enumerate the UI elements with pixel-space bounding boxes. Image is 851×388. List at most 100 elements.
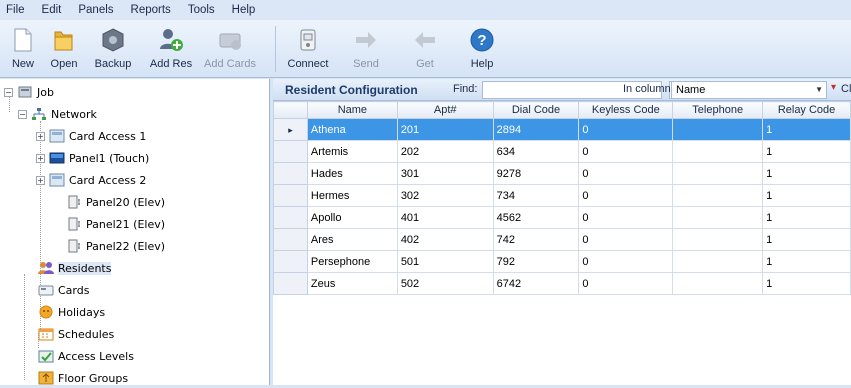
col-header-keyless-code[interactable]: Keyless Code	[578, 101, 674, 119]
tree-item-schedules[interactable]: Schedules	[38, 324, 114, 344]
clear-button[interactable]: Clear	[841, 83, 851, 95]
add-cards-button[interactable]: Add Cards	[200, 24, 260, 74]
row-header[interactable]	[273, 162, 308, 185]
backup-button[interactable]: Backup	[90, 24, 136, 74]
cell-apt[interactable]: 202	[396, 140, 494, 163]
tree-item-job[interactable]: − Job	[4, 82, 54, 102]
connect-button[interactable]: Connect	[283, 24, 333, 74]
cell-apt[interactable]: 501	[396, 250, 494, 273]
cell-apt[interactable]: 302	[396, 184, 494, 207]
cell-dial-code[interactable]: 792	[492, 250, 580, 273]
cell-keyless-code[interactable]: 0	[578, 272, 674, 295]
menu-reports[interactable]: Reports	[131, 4, 171, 16]
row-header[interactable]	[273, 228, 308, 251]
tree-item-cards[interactable]: Cards	[38, 280, 89, 300]
cell-keyless-code[interactable]: 0	[578, 228, 674, 251]
expand-toggle[interactable]: +	[36, 131, 45, 141]
column-dropdown[interactable]: Name ▼	[671, 81, 827, 99]
cell-keyless-code[interactable]: 0	[578, 250, 674, 273]
cell-relay-code[interactable]: 1	[762, 272, 851, 295]
row-header[interactable]	[273, 272, 308, 295]
collapse-toggle[interactable]: −	[18, 109, 27, 119]
menu-edit[interactable]: Edit	[42, 4, 62, 16]
tree-item-residents[interactable]: Residents	[38, 258, 112, 278]
cell-keyless-code[interactable]: 0	[578, 118, 674, 141]
collapse-toggle[interactable]: −	[4, 87, 13, 97]
table-row[interactable]: Hades 301 9278 0 1	[273, 162, 851, 185]
table-row[interactable]: Artemis 202 634 0 1	[273, 140, 851, 163]
cell-telephone[interactable]	[672, 206, 764, 229]
cell-relay-code[interactable]: 1	[762, 250, 851, 273]
cell-dial-code[interactable]: 734	[492, 184, 580, 207]
tree-item-card-access-2[interactable]: + Card Access 2	[36, 170, 146, 190]
cell-telephone[interactable]	[672, 162, 764, 185]
cell-keyless-code[interactable]: 0	[578, 184, 674, 207]
cell-telephone[interactable]	[672, 118, 764, 141]
tree-item-panel1-touch[interactable]: + Panel1 (Touch)	[36, 148, 149, 168]
cell-dial-code[interactable]: 4562	[492, 206, 580, 229]
cell-name[interactable]: Artemis	[306, 140, 398, 163]
cell-telephone[interactable]	[672, 140, 764, 163]
table-row[interactable]: Hermes 302 734 0 1	[273, 184, 851, 207]
new-button[interactable]: New	[6, 24, 40, 74]
cell-apt[interactable]: 401	[396, 206, 494, 229]
add-resident-button[interactable]: Add Res	[146, 24, 196, 74]
cell-name[interactable]: Persephone	[306, 250, 398, 273]
cell-apt[interactable]: 402	[396, 228, 494, 251]
cell-dial-code[interactable]: 742	[492, 228, 580, 251]
table-row[interactable]: Persephone 501 792 0 1	[273, 250, 851, 273]
row-header[interactable]	[273, 140, 308, 163]
help-button[interactable]: ? Help	[465, 24, 499, 74]
table-row[interactable]: ▸ Athena 201 2894 0 1	[273, 118, 851, 141]
cell-name[interactable]: Hades	[306, 162, 398, 185]
tree-item-card-access-1[interactable]: + Card Access 1	[36, 126, 146, 146]
tree-item-panel22[interactable]: Panel22 (Elev)	[66, 236, 165, 256]
tree-item-floor-groups[interactable]: Floor Groups	[38, 368, 128, 388]
cell-name[interactable]: Apollo	[306, 206, 398, 229]
cell-telephone[interactable]	[672, 184, 764, 207]
row-header[interactable]	[273, 184, 308, 207]
tree-item-holidays[interactable]: Holidays	[38, 302, 105, 322]
table-row[interactable]: Apollo 401 4562 0 1	[273, 206, 851, 229]
cell-relay-code[interactable]: 1	[762, 206, 851, 229]
expand-toggle[interactable]: +	[36, 175, 45, 185]
menu-panels[interactable]: Panels	[78, 4, 113, 16]
menu-file[interactable]: File	[6, 4, 25, 16]
row-header[interactable]	[273, 206, 308, 229]
cell-telephone[interactable]	[672, 228, 764, 251]
cell-keyless-code[interactable]: 0	[578, 162, 674, 185]
cell-apt[interactable]: 201	[396, 118, 494, 141]
col-header-apt[interactable]: Apt#	[396, 101, 494, 119]
get-button[interactable]: Get	[410, 24, 440, 74]
col-header-telephone[interactable]: Telephone	[672, 101, 764, 119]
cell-dial-code[interactable]: 6742	[492, 272, 580, 295]
tree-item-panel20[interactable]: Panel20 (Elev)	[66, 192, 165, 212]
cell-name[interactable]: Ares	[306, 228, 398, 251]
cell-relay-code[interactable]: 1	[762, 118, 851, 141]
cell-relay-code[interactable]: 1	[762, 184, 851, 207]
row-header[interactable]	[273, 250, 308, 273]
cell-name[interactable]: Athena	[306, 118, 398, 141]
cell-telephone[interactable]	[672, 272, 764, 295]
tree-item-panel21[interactable]: Panel21 (Elev)	[66, 214, 165, 234]
cell-apt[interactable]: 301	[396, 162, 494, 185]
cell-telephone[interactable]	[672, 250, 764, 273]
table-row[interactable]: Zeus 502 6742 0 1	[273, 272, 851, 295]
tree-item-network[interactable]: − Network	[18, 104, 97, 124]
expand-toggle[interactable]: +	[36, 153, 45, 163]
row-header[interactable]: ▸	[273, 118, 308, 141]
col-header-dial-code[interactable]: Dial Code	[492, 101, 580, 119]
col-header-relay-code[interactable]: Relay Code	[762, 101, 851, 119]
cell-relay-code[interactable]: 1	[762, 140, 851, 163]
send-button[interactable]: Send	[348, 24, 384, 74]
chevron-down-icon[interactable]: ▼	[815, 85, 823, 94]
col-header-name[interactable]: Name	[306, 101, 398, 119]
cell-dial-code[interactable]: 2894	[492, 118, 580, 141]
cell-name[interactable]: Hermes	[306, 184, 398, 207]
cell-relay-code[interactable]: 1	[762, 228, 851, 251]
tree-item-access-levels[interactable]: Access Levels	[38, 346, 134, 366]
table-row[interactable]: Ares 402 742 0 1	[273, 228, 851, 251]
cell-keyless-code[interactable]: 0	[578, 206, 674, 229]
cell-dial-code[interactable]: 9278	[492, 162, 580, 185]
clear-icon[interactable]: ▾	[831, 82, 836, 93]
